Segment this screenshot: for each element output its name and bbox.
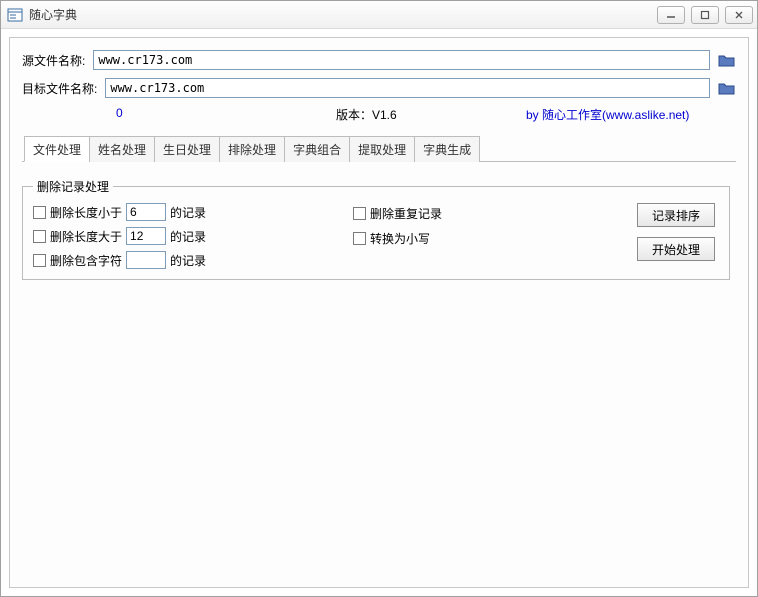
tab-birthday-process[interactable]: 生日处理 [154, 136, 220, 162]
source-file-input[interactable] [93, 50, 710, 70]
tab-exclude-process[interactable]: 排除处理 [219, 136, 285, 162]
close-button[interactable] [725, 6, 753, 24]
app-icon [7, 7, 23, 23]
tab-body: 删除记录处理 删除长度小于 的记录 删除长度大于 [22, 168, 736, 575]
checkbox-del-contains[interactable] [33, 254, 46, 267]
del-dup-label: 删除重复记录 [370, 205, 442, 222]
process-button[interactable]: 开始处理 [637, 237, 715, 261]
version-label: 版本：V1.6 [336, 106, 526, 123]
delete-records-group: 删除记录处理 删除长度小于 的记录 删除长度大于 [22, 178, 730, 280]
tab-file-process[interactable]: 文件处理 [24, 136, 90, 162]
checkbox-del-lt[interactable] [33, 206, 46, 219]
target-file-input[interactable] [105, 78, 710, 98]
checkbox-to-lower[interactable] [353, 232, 366, 245]
col-mid: 删除重复记录 转换为小写 [353, 203, 553, 247]
tab-name-process[interactable]: 姓名处理 [89, 136, 155, 162]
tab-extract-process[interactable]: 提取处理 [349, 136, 415, 162]
window-title: 随心字典 [29, 6, 657, 23]
col-right: 记录排序 开始处理 [553, 203, 719, 261]
del-lt-input[interactable] [126, 203, 166, 221]
author-label: by 随心工作室(www.aslike.net) [526, 106, 732, 123]
col-left: 删除长度小于 的记录 删除长度大于 的记录 [33, 203, 353, 269]
browse-source-button[interactable] [718, 52, 736, 68]
del-gt-input[interactable] [126, 227, 166, 245]
del-contains-suffix: 的记录 [170, 252, 206, 269]
record-count: 0 [116, 106, 336, 123]
main-window: 随心字典 源文件名称: 目标文件名称: [0, 0, 758, 597]
del-gt-suffix: 的记录 [170, 228, 206, 245]
tab-dict-combo[interactable]: 字典组合 [284, 136, 350, 162]
source-file-row: 源文件名称: [22, 50, 736, 70]
opt-to-lower: 转换为小写 [353, 230, 553, 247]
info-row: 0 版本：V1.6 by 随心工作室(www.aslike.net) [22, 104, 736, 129]
to-lower-label: 转换为小写 [370, 230, 430, 247]
target-file-label: 目标文件名称: [22, 80, 97, 97]
del-lt-label: 删除长度小于 [50, 204, 122, 221]
opt-del-contains: 删除包含字符 的记录 [33, 251, 353, 269]
checkbox-del-gt[interactable] [33, 230, 46, 243]
browse-target-button[interactable] [718, 80, 736, 96]
minimize-button[interactable] [657, 6, 685, 24]
sort-button[interactable]: 记录排序 [637, 203, 715, 227]
del-contains-input[interactable] [126, 251, 166, 269]
del-contains-label: 删除包含字符 [50, 252, 122, 269]
group-legend: 删除记录处理 [33, 178, 113, 195]
opt-del-dup: 删除重复记录 [353, 205, 553, 222]
author-link[interactable]: www.aslike.net [606, 108, 685, 122]
tabs: 文件处理 姓名处理 生日处理 排除处理 字典组合 提取处理 字典生成 [22, 135, 736, 162]
window-buttons [657, 6, 753, 24]
titlebar: 随心字典 [1, 1, 757, 29]
del-lt-suffix: 的记录 [170, 204, 206, 221]
maximize-button[interactable] [691, 6, 719, 24]
tab-dict-gen[interactable]: 字典生成 [414, 136, 480, 162]
inner-panel: 源文件名称: 目标文件名称: 0 版本：V1.6 by 随心工作室(www.as… [9, 37, 749, 588]
group-row: 删除长度小于 的记录 删除长度大于 的记录 [33, 203, 719, 269]
opt-del-lt: 删除长度小于 的记录 [33, 203, 353, 221]
client-area: 源文件名称: 目标文件名称: 0 版本：V1.6 by 随心工作室(www.as… [1, 29, 757, 596]
checkbox-del-dup[interactable] [353, 207, 366, 220]
target-file-row: 目标文件名称: [22, 78, 736, 98]
del-gt-label: 删除长度大于 [50, 228, 122, 245]
source-file-label: 源文件名称: [22, 52, 85, 69]
opt-del-gt: 删除长度大于 的记录 [33, 227, 353, 245]
